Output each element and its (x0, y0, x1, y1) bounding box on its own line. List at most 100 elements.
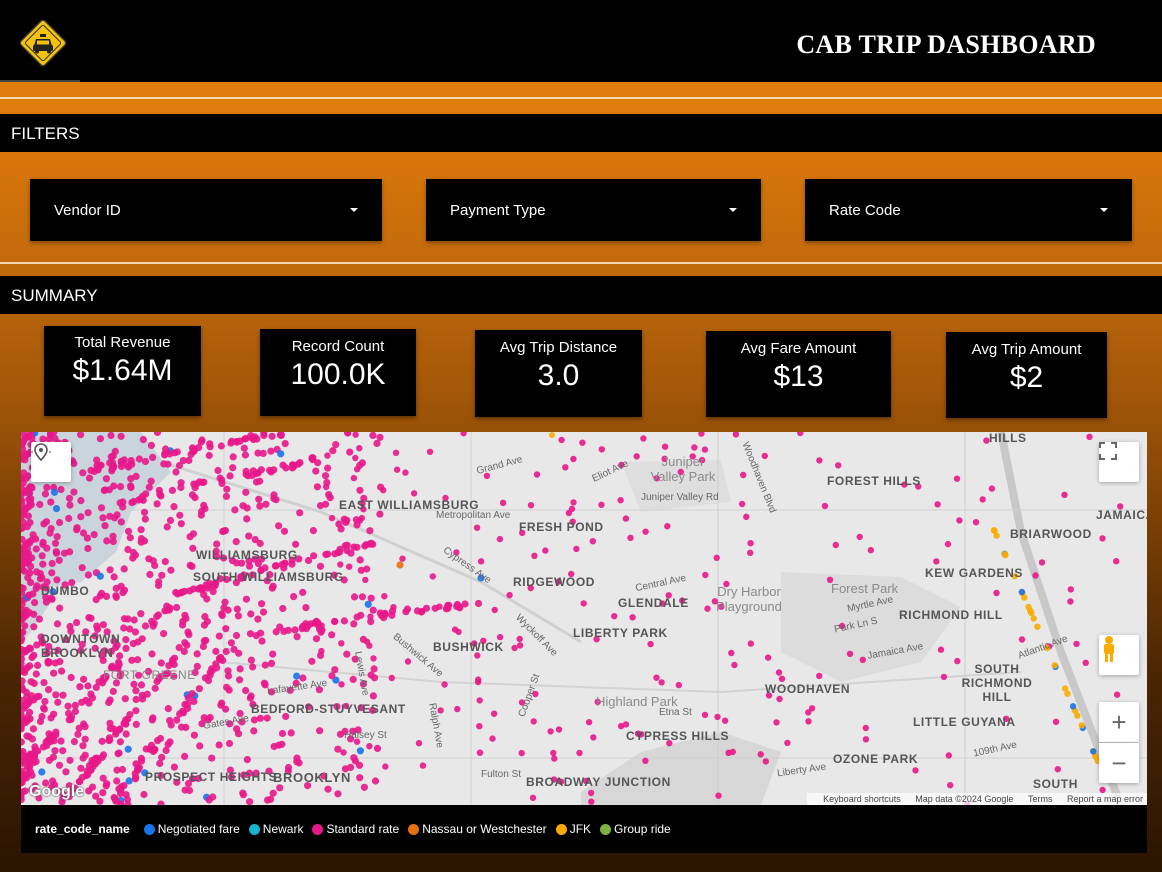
trip-point (33, 641, 41, 649)
trip-point (122, 730, 130, 738)
trip-point (281, 440, 289, 448)
trip-point (356, 774, 364, 782)
trip-point (555, 726, 563, 733)
trip-point (195, 685, 203, 693)
kpi-value: 100.0K (290, 358, 386, 391)
legend-label: Group ride (614, 822, 671, 836)
trip-point (130, 616, 138, 624)
terms-link[interactable]: Terms (1028, 794, 1053, 804)
park-label: Juniper Valley Park (650, 454, 716, 484)
trip-point (444, 604, 452, 612)
trip-point (460, 432, 467, 437)
summary-section-title: SUMMARY (0, 276, 1162, 314)
legend-item[interactable]: Standard rate (312, 822, 399, 836)
legend-dot-icon (248, 823, 260, 835)
report-error-link[interactable]: Report a map error (1067, 794, 1143, 804)
trip-point (516, 642, 524, 649)
trip-point (549, 432, 555, 438)
trip-point (346, 448, 354, 456)
trip-point (376, 433, 384, 441)
trip-point (47, 498, 55, 506)
trip-point (453, 602, 461, 611)
legend-item[interactable]: Negotiated fare (143, 822, 240, 836)
trip-point (156, 734, 165, 743)
trip-point (157, 492, 165, 500)
trip-point (117, 518, 125, 526)
pegman-icon (1104, 636, 1114, 662)
trip-point (217, 442, 225, 450)
location-button[interactable] (31, 442, 71, 482)
keyboard-shortcuts-link[interactable]: Keyboard shortcuts (823, 794, 901, 804)
trip-point (92, 792, 100, 800)
legend-item[interactable]: Nassau or Westchester (408, 822, 547, 836)
map-label: BROADWAY JUNCTION (526, 775, 671, 789)
trip-point (181, 587, 189, 595)
trip-point (84, 682, 92, 690)
trip-point (157, 659, 165, 667)
trip-point (55, 761, 64, 769)
kpi-label: Avg Trip Distance (499, 339, 618, 356)
legend-item[interactable]: Group ride (600, 822, 671, 836)
trip-point (120, 624, 128, 632)
trip-point (209, 793, 217, 801)
trip-point (474, 599, 483, 608)
trip-point (353, 543, 361, 551)
kpi-value: 3.0 (537, 359, 580, 392)
trip-point (242, 467, 250, 475)
map-label: FRESH POND (519, 520, 604, 534)
map-label: SOUTH RICHMOND HILL (961, 662, 1033, 704)
zoom-in-button[interactable]: + (1099, 702, 1139, 742)
trip-point (53, 533, 61, 541)
trip-point (255, 495, 263, 503)
trip-point (1061, 491, 1068, 498)
trip-point (233, 605, 241, 613)
trip-map[interactable]: EAST WILLIAMSBURG WILLIAMSBURG SOUTH WIL… (21, 432, 1147, 805)
trip-point (243, 756, 251, 764)
trip-point (570, 455, 577, 463)
trip-point (78, 564, 86, 572)
trip-point (44, 686, 53, 694)
trip-point (132, 773, 140, 781)
trip-point (217, 653, 225, 662)
trip-point (181, 786, 189, 794)
trip-point (322, 550, 330, 559)
legend-item[interactable]: JFK (555, 822, 591, 836)
kpi-total-revenue: Total Revenue $1.64M (44, 326, 201, 416)
trip-point (133, 656, 142, 664)
trip-point (268, 584, 276, 592)
trip-point (62, 768, 70, 776)
legend-item[interactable]: Newark (248, 822, 303, 836)
rate-code-dropdown[interactable]: Rate Code (805, 179, 1132, 241)
zoom-out-button[interactable]: − (1099, 743, 1139, 783)
fullscreen-button[interactable] (1099, 442, 1139, 482)
trip-point (859, 656, 866, 663)
trip-point (1113, 558, 1120, 565)
trip-point (163, 602, 171, 610)
trip-point (84, 571, 92, 579)
kpi-value: $2 (1009, 361, 1044, 394)
park-label: Forest Park (831, 581, 899, 596)
map-label: DOWNTOWN BROOKLYN (41, 632, 121, 660)
trip-point (242, 595, 250, 603)
trip-point (177, 723, 186, 731)
trip-point (269, 650, 277, 658)
trip-point (257, 629, 265, 637)
kpi-record-count: Record Count 100.0K (260, 329, 416, 416)
trip-point (364, 600, 372, 608)
trip-point (832, 541, 839, 549)
trip-point (161, 558, 169, 566)
trip-point (622, 515, 630, 522)
trip-point (579, 439, 586, 446)
street-view-button[interactable] (1099, 635, 1139, 675)
trip-point (25, 591, 33, 599)
trip-point (206, 440, 214, 448)
payment-type-dropdown[interactable]: Payment Type (426, 179, 761, 241)
trip-point (84, 544, 92, 553)
vendor-id-dropdown[interactable]: Vendor ID (30, 179, 382, 241)
kpi-value: $13 (773, 360, 824, 393)
trip-point (317, 628, 325, 636)
trip-point (154, 581, 163, 590)
trip-point (1067, 586, 1075, 593)
trip-point (653, 674, 660, 681)
trip-point (366, 527, 374, 535)
